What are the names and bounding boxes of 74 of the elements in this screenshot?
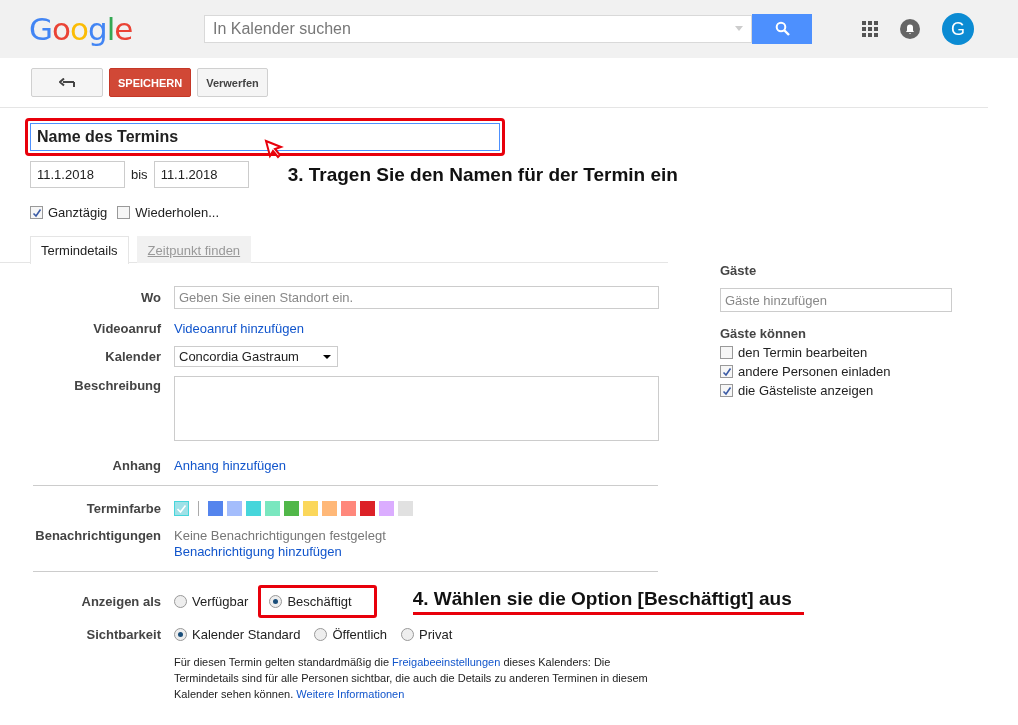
radio-button[interactable] — [314, 628, 328, 641]
field-label: Wo — [140, 290, 161, 305]
add-attachment-link[interactable]: Anhang hinzufügen — [174, 458, 287, 473]
color-swatch[interactable] — [379, 501, 394, 516]
color-swatch[interactable] — [303, 501, 318, 516]
checkbox[interactable] — [720, 346, 733, 359]
radio-button[interactable] — [174, 595, 187, 608]
radio-button[interactable] — [401, 628, 415, 641]
radio-button[interactable] — [269, 595, 283, 608]
date-separator: bis — [131, 167, 148, 182]
add-guests-field[interactable]: Gäste hinzufügen — [720, 288, 952, 312]
calendar-dropdown[interactable]: Concordia Gastraum — [174, 346, 338, 367]
color-swatch[interactable] — [246, 501, 261, 516]
radio-button[interactable] — [174, 628, 187, 641]
location-field[interactable]: Geben Sie einen Standort ein. — [174, 286, 659, 309]
color-swatch[interactable] — [398, 501, 413, 516]
checkbox[interactable] — [720, 365, 733, 378]
save-button[interactable]: SPEICHERN — [109, 68, 192, 97]
color-swatch[interactable] — [265, 501, 280, 516]
search-field[interactable]: In Kalender suchen — [204, 14, 752, 43]
field-label: Benachrichtigungen — [34, 528, 161, 543]
field-label: Kalender — [104, 349, 161, 364]
apps-grid-icon[interactable] — [862, 21, 878, 37]
field-label: Videoanruf — [92, 321, 161, 336]
field-label: Anzeigen als — [80, 594, 161, 609]
search-button[interactable] — [752, 13, 812, 44]
color-swatch[interactable] — [174, 501, 189, 516]
guests-heading: Gäste — [720, 263, 758, 278]
radio-label: Beschäftigt — [287, 594, 352, 609]
tab[interactable]: Termindetails — [30, 236, 129, 264]
discard-button[interactable]: Verwerfen — [197, 68, 268, 97]
notification-bell-icon[interactable] — [900, 19, 920, 39]
radio-label: Öffentlich — [332, 627, 388, 642]
checkbox[interactable] — [30, 206, 43, 219]
field-label: Beschreibung — [73, 377, 161, 393]
checkbox-label: Ganztägig — [48, 205, 108, 220]
add-notification-link[interactable]: Benachrichtigung hinzufügen — [174, 544, 342, 559]
checkbox-label: die Gästeliste anzeigen — [738, 383, 874, 398]
field-label: Anhang — [111, 458, 161, 473]
instruction-text: 4. Wählen sie die Option [Beschäftigt] aus — [412, 588, 792, 609]
info-link[interactable]: Freigabeeinstellungen — [392, 656, 501, 668]
info-link[interactable]: Weitere Informationen — [296, 688, 405, 700]
field-label: Terminfarbe — [85, 501, 161, 516]
checkbox[interactable] — [720, 384, 733, 397]
radio-label: Kalender Standard — [192, 627, 301, 642]
instruction-text: 3. Tragen Sie den Namen für der Termin ein — [287, 163, 678, 186]
color-swatch[interactable] — [360, 501, 375, 516]
color-swatch[interactable] — [284, 501, 299, 516]
logo: Google — [29, 11, 134, 47]
field-label: Sichtbarkeit — [85, 627, 161, 642]
visibility-info-text: Für diesen Termin gelten standardmäßig die Freigabeeinstellungen dieses Kalenders: Die Termindetails sind für alle Personen sichtbar, die auch die Details zu anderen Terminen in diesem Kalender sehen können. Weitere Informationen — [174, 655, 649, 702]
color-swatch[interactable] — [208, 501, 223, 516]
checkbox-label: Wiederholen... — [135, 205, 220, 220]
checkbox[interactable] — [117, 206, 131, 219]
start-date-field[interactable]: 11.1.2018 — [30, 161, 125, 188]
radio-label: Privat — [419, 627, 453, 642]
permissions-heading: Gäste können — [720, 326, 807, 341]
title-field[interactable]: Name des Termins — [30, 123, 500, 151]
color-swatch[interactable] — [227, 501, 242, 516]
radio-label: Verfügbar — [192, 594, 249, 609]
color-swatch[interactable] — [341, 501, 356, 516]
search-icon — [774, 21, 790, 36]
back-arrow-icon — [59, 77, 75, 88]
color-swatch[interactable] — [322, 501, 337, 516]
checkbox-label: den Termin bearbeiten — [738, 345, 868, 360]
avatar[interactable]: G — [942, 13, 974, 45]
dropdown-icon — [735, 26, 743, 31]
back-button[interactable] — [31, 68, 103, 97]
add-video-call-link[interactable]: Videoanruf hinzufügen — [174, 321, 304, 336]
end-date-field[interactable]: 11.1.2018 — [153, 161, 249, 188]
checkbox-label: andere Personen einladen — [738, 364, 891, 379]
dropdown-icon — [323, 354, 331, 359]
notification-status: Keine Benachrichtigungen festgelegt — [174, 528, 387, 543]
description-field[interactable] — [174, 376, 659, 441]
